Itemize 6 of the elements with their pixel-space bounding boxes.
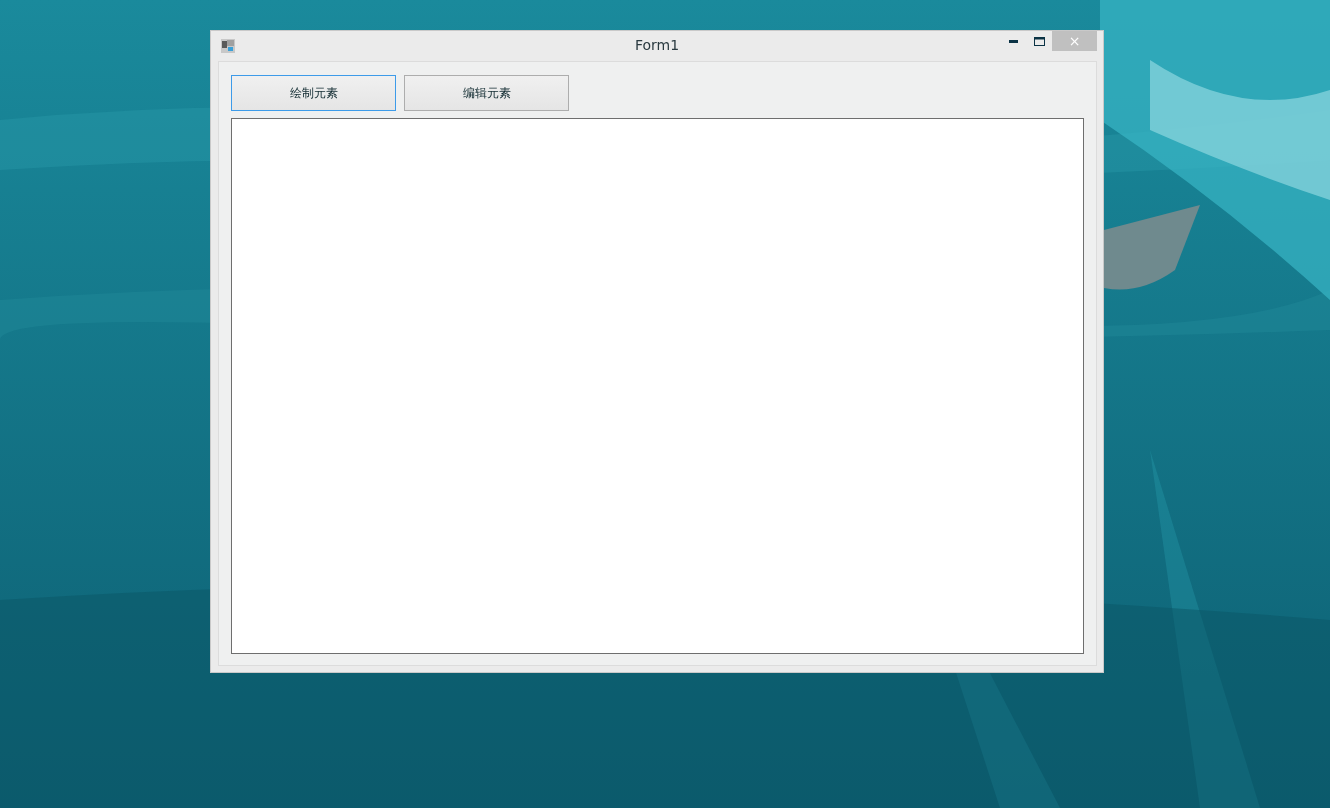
- window-title: Form1: [633, 37, 681, 53]
- minimize-icon: [1008, 39, 1018, 43]
- maximize-icon: [1033, 36, 1045, 46]
- form-button[interactable]: 编辑元素: [404, 75, 569, 111]
- form-button[interactable]: 绘制元素: [231, 75, 396, 111]
- app-icon: [221, 39, 235, 53]
